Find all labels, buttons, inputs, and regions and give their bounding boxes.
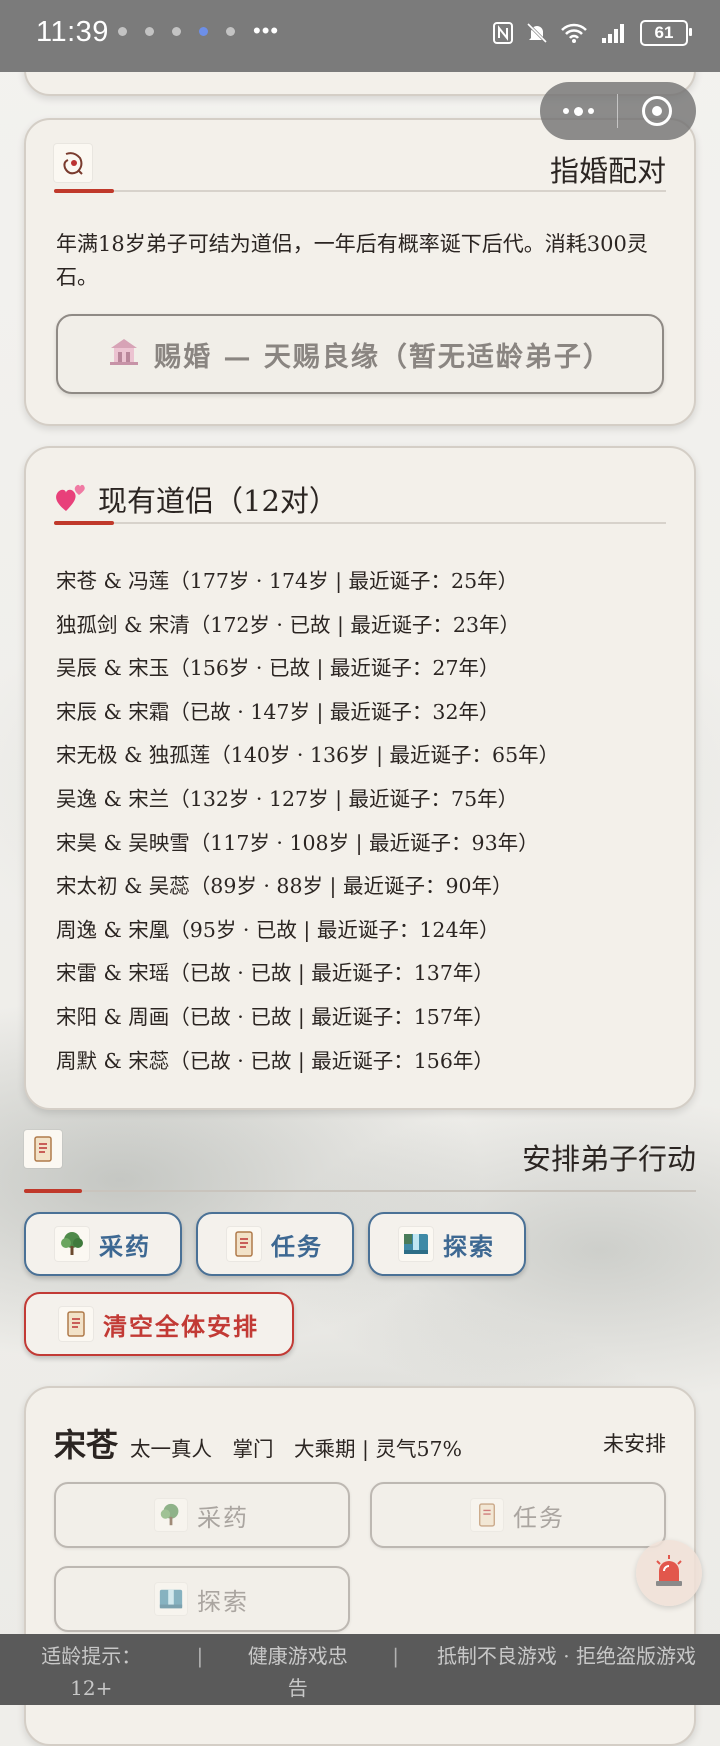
disciple-info: 太一真人 掌门 大乘期 | 灵气57%: [130, 1437, 463, 1461]
disciple-explore-label: 探索: [197, 1587, 249, 1616]
alarm-icon: [652, 1553, 686, 1593]
couple-item: 吴逸 & 宋兰（132岁 · 127岁 | 最近诞子：75年）: [56, 786, 519, 811]
disciple-header: 宋苍 太一真人 掌门 大乘期 | 灵气57%: [54, 1420, 462, 1466]
notification-icon: [226, 26, 235, 36]
temple-icon: [108, 336, 140, 373]
marriage-card: 指婚配对 年满18岁弟子可结为道侣，一年后有概率诞下后代。消耗300灵石。 赐婚…: [24, 118, 696, 426]
mute-icon: [526, 21, 548, 45]
miniprogram-capsule: [540, 82, 696, 140]
all-task-label: 任务: [271, 1231, 323, 1261]
footer-separator: |: [392, 1644, 399, 1668]
divider-accent: [54, 189, 114, 193]
notification-icon: [145, 26, 154, 36]
notification-icon: [199, 26, 208, 36]
waterfall-icon: [399, 1227, 433, 1261]
anti-piracy-notice: 抵制不良游戏 · 拒绝盗版游戏: [436, 1644, 697, 1668]
scroll-icon: [54, 144, 92, 182]
notification-icon: [118, 26, 127, 36]
marriage-title: 指婚配对: [549, 154, 666, 188]
more-options-button[interactable]: [540, 106, 617, 116]
hearts-icon: [54, 481, 88, 518]
disciple-name: 宋苍: [54, 1426, 119, 1464]
health-notice-footer: 适龄提示：12+ | 健康游戏忠告 | 抵制不良游戏 · 拒绝盗版游戏: [0, 1634, 720, 1705]
divider-accent: [54, 521, 114, 525]
status-bar: 11:39 ••• 61: [0, 0, 720, 72]
couple-item: 吴辰 & 宋玉（156岁 · 已故 | 最近诞子：27年）: [56, 656, 500, 681]
all-explore-label: 探索: [443, 1231, 495, 1261]
arrange-title: 安排弟子行动: [521, 1142, 696, 1176]
target-icon: [641, 96, 672, 126]
couple-item: 宋雷 & 宋瑶（已故 · 已故 | 最近诞子：137年）: [56, 961, 494, 986]
disciple-status: 未安排: [603, 1432, 666, 1456]
clear-all-button[interactable]: 清空全体安排: [24, 1292, 294, 1356]
health-advice: 健康游戏忠告: [247, 1644, 348, 1700]
couples-list: 宋苍 & 冯莲（177岁 · 174岁 | 最近诞子：25年） 独孤剑 & 宋清…: [56, 560, 674, 1083]
waterfall-icon: [155, 1583, 187, 1615]
couples-card: 现有道侣（12对） 宋苍 & 冯莲（177岁 · 174岁 | 最近诞子：25年…: [24, 446, 696, 1110]
couple-item: 宋阳 & 周画（已故 · 已故 | 最近诞子：157年）: [56, 1004, 494, 1029]
all-task-button[interactable]: 任务: [196, 1212, 354, 1276]
grant-marriage-label: 赐婚 — 天赐良缘（暂无适龄弟子）: [154, 341, 612, 373]
disciple-task-button[interactable]: 任务: [370, 1482, 666, 1548]
couple-item: 独孤剑 & 宋清（172岁 · 已故 | 最近诞子：23年）: [56, 612, 520, 637]
status-time: 11:39: [36, 16, 109, 48]
marriage-header: 指婚配对: [54, 134, 666, 193]
all-herb-label: 采药: [99, 1231, 151, 1261]
wifi-icon: [560, 22, 588, 44]
disciple-task-label: 任务: [513, 1503, 565, 1532]
system-icons: 61: [492, 20, 692, 46]
more-notifications-icon: •••: [253, 18, 280, 43]
task-scroll-icon: [227, 1227, 261, 1261]
alarm-button[interactable]: [636, 1540, 702, 1606]
herb-tree-icon: [155, 1499, 187, 1531]
couple-item: 周逸 & 宋凰（95岁 · 已故 | 最近诞子：124年）: [56, 917, 500, 942]
task-scroll-icon: [24, 1130, 62, 1168]
couple-item: 宋无极 & 独孤莲（140岁 · 136岁 | 最近诞子：65年）: [56, 743, 560, 768]
couples-title: 现有道侣（12对）: [98, 484, 338, 518]
couple-item: 宋昊 & 吴映雪（117岁 · 108岁 | 最近诞子：93年）: [56, 830, 539, 855]
couple-item: 宋苍 & 冯莲（177岁 · 174岁 | 最近诞子：25年）: [56, 569, 519, 593]
all-explore-button[interactable]: 探索: [368, 1212, 526, 1276]
couple-item: 周默 & 宋蕊（已故 · 已故 | 最近诞子：156年）: [56, 1048, 494, 1073]
disciple-herb-button[interactable]: 采药: [54, 1482, 350, 1548]
divider-accent: [24, 1189, 82, 1193]
divider: [24, 1190, 696, 1192]
marriage-description: 年满18岁弟子可结为道侣，一年后有概率诞下后代。消耗300灵石。: [56, 232, 648, 289]
notification-icons: •••: [118, 18, 280, 43]
signal-icon: [600, 22, 628, 44]
notification-icon: [172, 26, 181, 36]
disciple-herb-label: 采药: [197, 1503, 249, 1532]
task-scroll-icon: [471, 1499, 503, 1531]
arrange-header: 安排弟子行动: [24, 1126, 696, 1193]
clear-all-label: 清空全体安排: [103, 1311, 259, 1341]
age-rating: 适龄提示：12+: [41, 1644, 142, 1700]
couple-item: 宋太初 & 吴蕊（89岁 · 88岁 | 最近诞子：90年）: [56, 874, 513, 899]
herb-tree-icon: [55, 1227, 89, 1261]
couples-header: 现有道侣（12对）: [54, 466, 666, 525]
battery-icon: 61: [640, 20, 692, 46]
page-content: 指婚配对 年满18岁弟子可结为道侣，一年后有概率诞下后代。消耗300灵石。 赐婚…: [0, 0, 720, 1746]
footer-separator: |: [196, 1644, 204, 1668]
grant-marriage-button[interactable]: 赐婚 — 天赐良缘（暂无适龄弟子）: [56, 314, 664, 394]
disciple-explore-button[interactable]: 探索: [54, 1566, 350, 1632]
divider: [54, 522, 666, 524]
couple-item: 宋辰 & 宋霜（已故 · 147岁 | 最近诞子：32年）: [56, 699, 500, 724]
close-miniprogram-button[interactable]: [618, 96, 695, 126]
task-scroll-icon: [59, 1307, 93, 1341]
all-herb-button[interactable]: 采药: [24, 1212, 182, 1276]
divider: [54, 190, 666, 192]
nfc-icon: [492, 21, 514, 45]
